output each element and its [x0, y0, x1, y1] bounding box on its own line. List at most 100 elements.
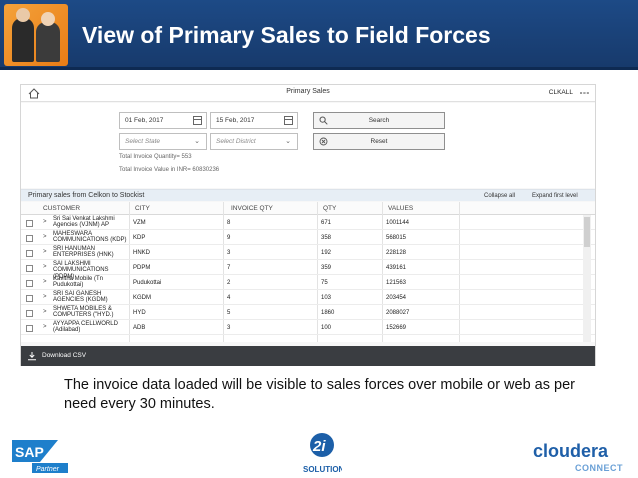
expand-arrow-icon[interactable]: >	[43, 294, 47, 300]
state-placeholder: Select State	[125, 138, 161, 145]
customer-cell: SRI HANUMAN ENTERPRISES (HNK)	[53, 246, 114, 259]
column-header-city[interactable]: CITY	[135, 205, 150, 212]
qty-cell: 192	[321, 250, 332, 256]
values-cell: 121563	[386, 280, 407, 286]
row-checkbox[interactable]	[26, 280, 33, 287]
expand-arrow-icon[interactable]: >	[43, 324, 47, 330]
column-header-qty[interactable]: QTY	[323, 205, 336, 212]
download-csv-button[interactable]: Download CSV	[42, 352, 86, 359]
table-row[interactable]: > SHWETA MOBILES & COMPUTERS ("HYD.) HYD…	[21, 306, 595, 320]
reset-icon	[319, 137, 328, 146]
search-label: Search	[368, 117, 390, 124]
cloudera-connect-text: CONNECT	[575, 463, 623, 473]
table-row[interactable]: > Kavitha Mobile (Tn Pudukottai) Pudukot…	[21, 276, 595, 290]
column-header-values[interactable]: VALUES	[388, 205, 413, 212]
expand-first-level-link[interactable]: Expand first level	[532, 193, 578, 199]
collapse-all-link[interactable]: Collapse all	[484, 193, 515, 199]
values-cell: 1001144	[386, 220, 409, 226]
customer-cell: AYYAPPA CELLWORLD (Adilabad)	[53, 321, 118, 334]
table-row[interactable]: > MAHESWARA COMMUNICATIONS (KDP) KDP 9 3…	[21, 231, 595, 245]
city-cell: PDPM	[133, 265, 151, 271]
total-value: Total Invoice Value in INR= 60830236	[119, 167, 220, 173]
customer-cell: SHWETA MOBILES & COMPUTERS ("HYD.)	[53, 306, 114, 319]
2i-logo-text: 2i	[312, 438, 326, 455]
invoice-qty-cell: 3	[227, 325, 231, 331]
scroll-thumb[interactable]	[584, 217, 590, 247]
values-cell: 439161	[386, 265, 407, 271]
table-row[interactable]: > SRI SAI GANESH AGENCIES (KGDM) KGDM 4 …	[21, 291, 595, 305]
qty-cell: 358	[321, 235, 332, 241]
expand-arrow-icon[interactable]: >	[43, 219, 47, 225]
row-checkbox[interactable]	[26, 325, 33, 332]
row-checkbox[interactable]	[26, 310, 33, 317]
search-icon	[319, 116, 328, 125]
sap-partner-text: Partner	[36, 466, 60, 473]
search-button[interactable]: Search	[313, 112, 445, 129]
from-date-value: 01 Feb, 2017	[125, 117, 164, 124]
table-row[interactable]: > SRI HANUMAN ENTERPRISES (HNK) HNKD 3 1…	[21, 246, 595, 260]
reset-button[interactable]: Reset	[313, 133, 445, 150]
city-cell: KDP	[133, 235, 146, 241]
to-date-field[interactable]: 15 Feb, 2017	[210, 112, 298, 129]
values-cell: 228128	[386, 250, 407, 256]
values-cell: 152669	[386, 325, 407, 331]
column-header-invoice-qty[interactable]: INVOICE QTY	[231, 205, 273, 212]
qty-cell: 100	[321, 325, 332, 331]
chevron-down-icon: ⌄	[285, 138, 291, 145]
footer-bar: Download CSV	[21, 346, 595, 366]
customer-cell: Kavitha Mobile (Tn Pudukottai)	[53, 276, 104, 289]
district-select[interactable]: Select District ⌄	[210, 133, 298, 150]
row-checkbox[interactable]	[26, 295, 33, 302]
row-checkbox[interactable]	[26, 250, 33, 257]
invoice-qty-cell: 3	[227, 250, 231, 256]
values-cell: 203454	[386, 295, 407, 301]
district-placeholder: Select District	[216, 138, 256, 145]
expand-arrow-icon[interactable]: >	[43, 249, 47, 255]
invoice-qty-cell: 2	[227, 280, 231, 286]
sap-logo-text: SAP	[15, 444, 44, 460]
expand-arrow-icon[interactable]: >	[43, 309, 47, 315]
row-checkbox[interactable]	[26, 265, 33, 272]
app-window: Primary Sales CLKALL ∘∘∘ 01 Feb, 2017 15…	[20, 84, 596, 366]
row-checkbox[interactable]	[26, 220, 33, 227]
calendar-icon[interactable]	[284, 116, 293, 125]
city-cell: KGDM	[133, 295, 151, 301]
column-header-customer[interactable]: CUSTOMER	[43, 205, 80, 212]
total-quantity: Total Invoice Quantity= 553	[119, 154, 192, 160]
cloudera-connect-logo: cloudera CONNECT	[533, 441, 625, 473]
app-title: Primary Sales	[286, 88, 330, 95]
filter-area: 01 Feb, 2017 15 Feb, 2017 Select State ⌄…	[21, 103, 595, 188]
table-header: CUSTOMER CITY INVOICE QTY QTY VALUES	[21, 202, 595, 215]
invoice-qty-cell: 8	[227, 220, 231, 226]
expand-arrow-icon[interactable]: >	[43, 264, 47, 270]
table-row[interactable]: > AYYAPPA CELLWORLD (Adilabad) ADB 3 100…	[21, 321, 595, 335]
invoice-qty-cell: 4	[227, 295, 231, 301]
slide-caption: The invoice data loaded will be visible …	[64, 377, 575, 412]
chevron-down-icon: ⌄	[194, 138, 200, 145]
table-row[interactable]: > Sri Sai Venkat Lakshmi Agencies (VJNM)…	[21, 216, 595, 230]
city-cell: HYD	[133, 310, 146, 316]
table-scrollbar[interactable]	[583, 215, 591, 342]
user-name[interactable]: CLKALL	[549, 89, 573, 96]
reset-label: Reset	[370, 138, 388, 145]
expand-arrow-icon[interactable]: >	[43, 279, 47, 285]
calendar-icon[interactable]	[193, 116, 202, 125]
table-row[interactable]: > SAI LAKSHMI COMMUNICATIONS (PDPM) PDPM…	[21, 261, 595, 280]
sap-partner-logo: SAP Partner	[12, 440, 68, 473]
2i-solutions-logo: 2i SOLUTIONS	[303, 433, 342, 474]
qty-cell: 359	[321, 265, 332, 271]
more-icon[interactable]: ∘∘∘	[579, 89, 590, 97]
customer-cell: MAHESWARA COMMUNICATIONS (KDP)	[53, 231, 127, 244]
city-cell: HNKD	[133, 250, 151, 256]
row-checkbox[interactable]	[26, 235, 33, 242]
qty-cell: 671	[321, 220, 332, 226]
qty-cell: 1860	[321, 310, 335, 316]
header-photo	[4, 4, 68, 66]
state-select[interactable]: Select State ⌄	[119, 133, 207, 150]
from-date-field[interactable]: 01 Feb, 2017	[119, 112, 207, 129]
download-icon[interactable]	[27, 351, 37, 361]
invoice-qty-cell: 9	[227, 235, 231, 241]
2i-solutions-text: SOLUTIONS	[303, 465, 342, 474]
expand-arrow-icon[interactable]: >	[43, 234, 47, 240]
city-cell: Pudukottai	[133, 280, 162, 286]
